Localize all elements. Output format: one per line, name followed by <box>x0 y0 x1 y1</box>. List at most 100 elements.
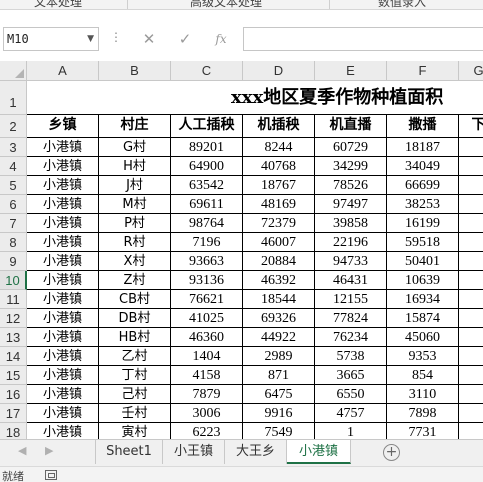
column-header-g[interactable]: G <box>459 61 483 81</box>
table-cell[interactable]: 9 <box>459 271 483 290</box>
table-cell[interactable]: 93663 <box>171 252 243 271</box>
table-cell[interactable]: 40768 <box>243 157 315 176</box>
table-cell[interactable]: 6 <box>459 176 483 195</box>
header-cell[interactable]: 下 <box>459 115 483 138</box>
table-cell[interactable]: 小港镇 <box>27 385 99 404</box>
table-cell[interactable]: 854 <box>387 366 459 385</box>
sheet-tab-xiaogang[interactable]: 小港镇 <box>287 440 351 464</box>
row-header-6[interactable]: 6 <box>0 195 27 214</box>
table-cell[interactable]: 18544 <box>243 290 315 309</box>
table-cell[interactable]: 15874 <box>387 309 459 328</box>
table-cell[interactable]: 2 <box>459 252 483 271</box>
column-header-a[interactable]: A <box>27 61 99 81</box>
table-cell[interactable]: 6475 <box>243 385 315 404</box>
table-cell[interactable]: 9 <box>459 347 483 366</box>
table-cell[interactable]: 34049 <box>387 157 459 176</box>
table-cell[interactable]: 69611 <box>171 195 243 214</box>
table-cell[interactable]: 9353 <box>387 347 459 366</box>
table-cell[interactable]: H村 <box>99 157 171 176</box>
sheet-title[interactable]: xxx地区夏季作物种植面积 <box>27 81 483 115</box>
sheet-tab-dawang[interactable]: 大王乡 <box>225 440 287 464</box>
table-cell[interactable]: 小港镇 <box>27 404 99 423</box>
table-cell[interactable]: 46431 <box>315 271 387 290</box>
table-cell[interactable]: 46360 <box>171 328 243 347</box>
sheet-tab-xiaowang[interactable]: 小王镇 <box>163 440 225 464</box>
table-cell[interactable]: 1 <box>459 214 483 233</box>
table-cell[interactable]: 60729 <box>315 138 387 157</box>
table-cell[interactable]: 97497 <box>315 195 387 214</box>
table-cell[interactable]: 6 <box>459 157 483 176</box>
table-cell[interactable]: P村 <box>99 214 171 233</box>
table-cell[interactable]: 76234 <box>315 328 387 347</box>
table-cell[interactable]: 6 <box>459 138 483 157</box>
table-cell[interactable]: 3110 <box>387 385 459 404</box>
table-cell[interactable]: 59518 <box>387 233 459 252</box>
chevron-down-icon[interactable]: ▼ <box>87 28 94 50</box>
table-cell[interactable]: 4158 <box>171 366 243 385</box>
row-header-18[interactable]: 18 <box>0 423 27 439</box>
row-header-3[interactable]: 3 <box>0 138 27 157</box>
formula-input[interactable] <box>243 27 483 51</box>
table-cell[interactable]: 7898 <box>387 404 459 423</box>
table-cell[interactable]: 寅村 <box>99 423 171 439</box>
table-cell[interactable]: 1 <box>459 195 483 214</box>
table-cell[interactable]: 2 <box>459 404 483 423</box>
table-cell[interactable]: 7 <box>459 309 483 328</box>
header-cell[interactable]: 人工插秧 <box>171 115 243 138</box>
row-header-1[interactable]: 1 <box>0 81 27 115</box>
table-cell[interactable]: 89201 <box>171 138 243 157</box>
table-cell[interactable]: 3665 <box>315 366 387 385</box>
table-cell[interactable]: 小港镇 <box>27 233 99 252</box>
table-cell[interactable]: 乙村 <box>99 347 171 366</box>
table-cell[interactable]: 壬村 <box>99 404 171 423</box>
table-cell[interactable]: 1 <box>315 423 387 439</box>
macro-record-icon[interactable] <box>45 470 57 480</box>
table-cell[interactable]: 22196 <box>315 233 387 252</box>
table-cell[interactable]: 5738 <box>315 347 387 366</box>
table-cell[interactable]: 小港镇 <box>27 157 99 176</box>
row-header-15[interactable]: 15 <box>0 366 27 385</box>
header-cell[interactable]: 机插秧 <box>243 115 315 138</box>
table-cell[interactable]: M村 <box>99 195 171 214</box>
table-cell[interactable]: 98764 <box>171 214 243 233</box>
row-header-14[interactable]: 14 <box>0 347 27 366</box>
table-cell[interactable]: J村 <box>99 176 171 195</box>
table-cell[interactable]: 78526 <box>315 176 387 195</box>
table-cell[interactable]: R村 <box>99 233 171 252</box>
table-cell[interactable]: 77824 <box>315 309 387 328</box>
table-cell[interactable]: 871 <box>243 366 315 385</box>
table-cell[interactable]: 72379 <box>243 214 315 233</box>
table-cell[interactable]: 1 <box>459 290 483 309</box>
row-header-4[interactable]: 4 <box>0 157 27 176</box>
table-cell[interactable]: 63542 <box>171 176 243 195</box>
table-cell[interactable]: 3006 <box>171 404 243 423</box>
table-cell[interactable]: 64900 <box>171 157 243 176</box>
add-sheet-icon[interactable]: + <box>383 444 400 461</box>
row-header-17[interactable]: 17 <box>0 404 27 423</box>
row-header-12[interactable]: 12 <box>0 309 27 328</box>
table-cell[interactable]: 7879 <box>171 385 243 404</box>
spreadsheet-grid[interactable]: xxx地区夏季作物种植面积 A B C D E F G 1 2 3 4 5 6 7 8 9 10 11 12 13 14… <box>0 61 483 439</box>
row-header-9[interactable]: 9 <box>0 252 27 271</box>
table-cell[interactable]: 66699 <box>387 176 459 195</box>
table-cell[interactable]: 6 <box>459 423 483 439</box>
table-cell[interactable]: 20884 <box>243 252 315 271</box>
select-all-button[interactable] <box>0 61 27 81</box>
row-header-5[interactable]: 5 <box>0 176 27 195</box>
table-cell[interactable]: 7731 <box>387 423 459 439</box>
table-cell[interactable]: 4757 <box>315 404 387 423</box>
table-cell[interactable]: 2989 <box>243 347 315 366</box>
table-cell[interactable]: 69326 <box>243 309 315 328</box>
table-cell[interactable]: G村 <box>99 138 171 157</box>
table-cell[interactable]: 小港镇 <box>27 214 99 233</box>
table-cell[interactable]: 10639 <box>387 271 459 290</box>
column-header-f[interactable]: F <box>387 61 459 81</box>
table-cell[interactable]: 94733 <box>315 252 387 271</box>
table-cell[interactable]: HB村 <box>99 328 171 347</box>
column-header-b[interactable]: B <box>99 61 171 81</box>
table-cell[interactable]: 丁村 <box>99 366 171 385</box>
table-cell[interactable]: 小港镇 <box>27 290 99 309</box>
enter-icon[interactable]: ✓ <box>173 29 197 49</box>
table-cell[interactable]: 12155 <box>315 290 387 309</box>
table-cell[interactable]: 1404 <box>171 347 243 366</box>
